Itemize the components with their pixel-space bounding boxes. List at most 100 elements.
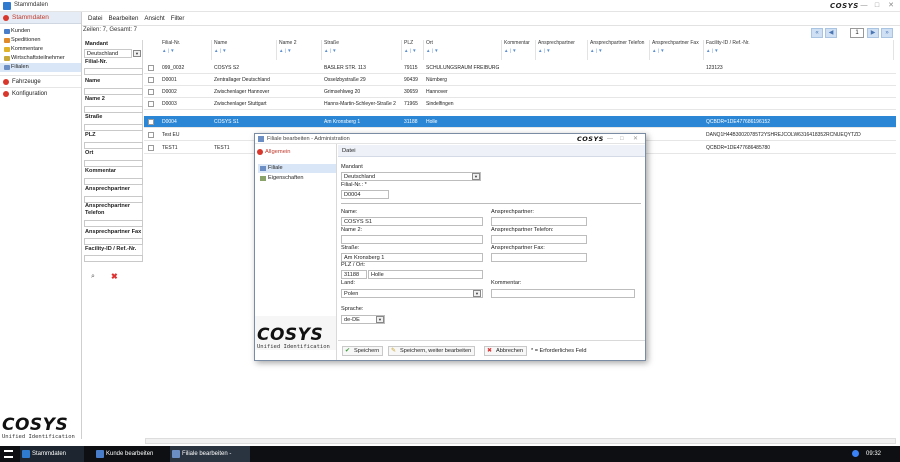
mandant-select[interactable]: Deutschland	[341, 172, 481, 181]
cell-plz: 71965	[404, 101, 418, 107]
save-button[interactable]: ✔ Speichern	[342, 346, 384, 356]
taskbar-item-filiale[interactable]: Filiale bearbeiten -	[170, 446, 250, 462]
dialog-nav-eigenschaften[interactable]: Eigenschaften	[258, 174, 336, 183]
close-button[interactable]: ✕	[886, 1, 896, 11]
filter-plz-input[interactable]	[84, 142, 143, 149]
plz-input[interactable]: 31188	[341, 270, 367, 279]
column-header[interactable]: Kommentar ▲ | ▼	[502, 40, 536, 60]
save-continue-button[interactable]: ✎ Speichern, weiter bearbeiten	[388, 346, 476, 356]
filter-name-input[interactable]	[84, 88, 143, 95]
kommentar-input[interactable]	[491, 289, 635, 298]
sidebar-group-fahrzeuge[interactable]: Fahrzeuge	[0, 75, 81, 87]
chevron-down-icon[interactable]: ▼	[133, 50, 141, 57]
filter-telefon-input[interactable]	[84, 220, 143, 227]
dialog-button-bar: ✔ Speichern ✎ Speichern, weiter bearbeit…	[338, 340, 645, 360]
chevron-down-icon[interactable]: ▼	[473, 290, 481, 297]
ansprechpartner-fax-input[interactable]	[491, 253, 587, 262]
row-checkbox[interactable]	[148, 119, 154, 125]
page-number-input[interactable]: 1	[850, 28, 864, 38]
filter-ort-input[interactable]	[84, 160, 143, 167]
filter-mandant-select[interactable]: Deutschland	[84, 49, 132, 58]
sidebar: Stammdaten Kunden Speditionen Kommentare…	[0, 12, 82, 440]
dialog-close-button[interactable]: ✕	[633, 134, 638, 144]
column-header[interactable]: Straße ▲ | ▼	[322, 40, 402, 60]
chevron-down-icon[interactable]: ▼	[472, 173, 480, 180]
minimize-button[interactable]: —	[859, 1, 869, 11]
table-row[interactable]: D0003 Zwischenlager Stuttgart Hanns-Mart…	[144, 98, 896, 110]
dialog-nav-header[interactable]: Allgemein	[255, 147, 336, 157]
dialog-nav-filiale[interactable]: Filiale	[258, 164, 336, 173]
cosys-logo: COSYS	[2, 415, 69, 435]
dialog-menu-datei[interactable]: Datei	[342, 148, 356, 154]
menu-ansicht[interactable]: Ansicht	[141, 12, 167, 26]
last-page-button[interactable]: »	[881, 28, 893, 38]
first-page-button[interactable]: «	[811, 28, 823, 38]
menu-datei[interactable]: Datei	[82, 12, 105, 26]
row-checkbox[interactable]	[148, 89, 154, 95]
cell-name: Zentrallager Deutschland	[214, 77, 270, 83]
column-header[interactable]: Ansprechpartner Fax ▲ | ▼	[650, 40, 704, 60]
clear-filter-icon[interactable]: ✖	[111, 272, 118, 281]
column-header[interactable]: Name 2 ▲ | ▼	[277, 40, 322, 60]
binoculars-icon[interactable]: ⌕	[91, 273, 95, 281]
dialog-minimize-button[interactable]: —	[607, 134, 613, 144]
filter-fax-input[interactable]	[84, 238, 143, 245]
ort-input[interactable]: Holle	[368, 270, 483, 279]
horizontal-scrollbar[interactable]	[145, 438, 896, 444]
taskbar-item-kunde[interactable]: Kunde bearbeiten	[94, 446, 164, 462]
sidebar-group-konfiguration[interactable]: Konfiguration	[0, 87, 81, 99]
filter-filialnr-input[interactable]	[84, 68, 143, 75]
chevron-down-icon[interactable]: ▼	[376, 316, 384, 323]
row-checkbox[interactable]	[148, 77, 154, 83]
maximize-button[interactable]: □	[872, 1, 882, 11]
row-checkbox[interactable]	[148, 132, 154, 138]
menu-bearbeiten[interactable]: Bearbeiten	[105, 12, 141, 26]
name-input[interactable]: COSYS S1	[341, 217, 483, 226]
sidebar-group-label: Fahrzeuge	[12, 79, 41, 85]
menu-filter[interactable]: Filter	[168, 12, 188, 26]
sidebar-item-kommentare[interactable]: Kommentare	[0, 45, 81, 54]
row-checkbox[interactable]	[148, 65, 154, 71]
sidebar-item-speditionen[interactable]: Speditionen	[0, 36, 81, 45]
filter-facility-input[interactable]	[84, 255, 143, 262]
filter-label: Name 2	[85, 96, 105, 102]
column-header[interactable]: Name ▲ | ▼	[212, 40, 277, 60]
prev-page-button[interactable]: ◀	[825, 28, 837, 38]
table-row-selected[interactable]: D0004 COSYS S1 Am Kronsberg 1 31188 Holl…	[144, 116, 896, 128]
filter-label: Filial-Nr.	[85, 59, 108, 65]
column-header[interactable]: Ansprechpartner Telefon ▲ | ▼	[588, 40, 650, 60]
sidebar-header[interactable]: Stammdaten	[0, 12, 81, 24]
land-select[interactable]: Polen	[341, 289, 483, 298]
taskbar-item-stammdaten[interactable]: Stammdaten	[20, 446, 84, 462]
ansprechpartner-input[interactable]	[491, 217, 587, 226]
table-row[interactable]: 099_0032 COSYS S2 BASLER STR. 113 79115 …	[144, 62, 896, 74]
filter-ansprechpartner-input[interactable]	[84, 196, 143, 203]
strasse-input[interactable]: Am Kronsberg 1	[341, 253, 483, 262]
filter-name2-input[interactable]	[84, 106, 143, 113]
next-page-button[interactable]: ▶	[867, 28, 879, 38]
filter-kommentar-input[interactable]	[84, 178, 143, 185]
name2-input[interactable]	[341, 235, 483, 244]
filialnr-input[interactable]: D0004	[341, 190, 389, 199]
taskbar-item-label: Kunde bearbeiten	[106, 451, 154, 457]
column-header[interactable]: Ansprechpartner ▲ | ▼	[536, 40, 588, 60]
filter-strasse-input[interactable]	[84, 124, 143, 131]
table-row[interactable]: D0001 Zentrallager Deutschland Osselzbys…	[144, 74, 896, 86]
table-row[interactable]: D0002 Zwischenlager Hannover Grimsehlweg…	[144, 86, 896, 98]
cancel-button[interactable]: ✖ Abbrechen	[484, 346, 528, 356]
column-header[interactable]: PLZ ▲ | ▼	[402, 40, 424, 60]
network-icon[interactable]	[852, 450, 859, 457]
row-checkbox[interactable]	[148, 145, 154, 151]
row-checkbox[interactable]	[148, 101, 154, 107]
column-header[interactable]: Facility-ID / Ref.-Nr. ▲ | ▼	[704, 40, 894, 60]
column-header[interactable]: Filial-Nr. ▲ | ▼	[160, 40, 212, 60]
sidebar-item-filialen[interactable]: Filialen	[0, 63, 81, 72]
cell-plz: 90439	[404, 77, 418, 83]
sidebar-item-label: Filialen	[11, 64, 29, 70]
menu-icon[interactable]	[4, 450, 13, 458]
dialog-maximize-button[interactable]: □	[620, 134, 624, 144]
sidebar-item-kunden[interactable]: Kunden	[0, 27, 81, 36]
ansprechpartner-telefon-input[interactable]	[491, 235, 587, 244]
sidebar-item-wirtschaftsteilnehmer[interactable]: Wirtschaftsteilnehmer	[0, 54, 81, 63]
column-header[interactable]: Ort ▲ | ▼	[424, 40, 502, 60]
